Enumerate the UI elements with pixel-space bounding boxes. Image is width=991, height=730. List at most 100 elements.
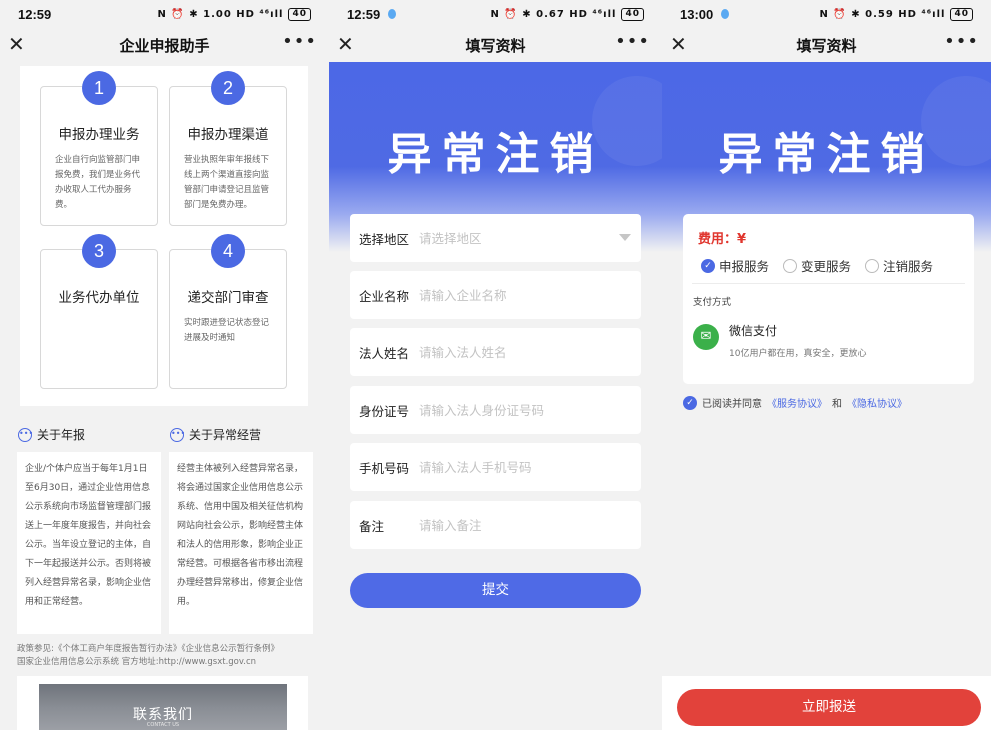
submit-button[interactable]: 提交	[350, 573, 641, 608]
payment-method-label: 支付方式	[693, 297, 732, 308]
policy-line-2: 国家企业信用信息公示系统 官方地址:http://www.gsxt.gov.cn	[17, 657, 257, 667]
radio-change-service[interactable]: 变更服务	[783, 256, 851, 275]
radio-cancel-service[interactable]: 注销服务	[865, 256, 933, 275]
radio-unchecked-icon[interactable]	[865, 258, 880, 273]
more-icon[interactable]: •••	[615, 32, 650, 52]
info-icon: •••	[18, 427, 33, 442]
id-number-input[interactable]	[419, 402, 619, 418]
payment-method-name[interactable]: 微信支付	[729, 322, 777, 339]
status-icons-text: N ⏰ ✱ 0.67 HD ⁴⁶ıll	[490, 8, 617, 20]
field-label: 手机号码	[359, 460, 410, 476]
dropdown-arrow-icon[interactable]	[619, 234, 631, 241]
wechat-pay-icon[interactable]: ✉	[693, 324, 719, 350]
step-desc: 营业执照年审年报线下线上两个渠道直接向监管部门申请登记且监管部门是免费办理。	[184, 155, 270, 210]
step-desc	[41, 306, 157, 316]
service-radio-group: ✓ 申报服务 变更服务 注销服务	[701, 256, 933, 275]
about-annual-report-text: 企业/个体户应当于每年1月1日至6月30日，通过企业信用信息公示系统向市场监督管…	[17, 452, 161, 634]
status-bar: 13:00 N ⏰ ✱ 0.59 HD ⁴⁶ıll 40	[662, 0, 991, 28]
status-bar: 12:59 N ⏰ ✱ 1.00 HD ⁴⁶ıll 40	[0, 0, 329, 28]
panel-payment: 13:00 N ⏰ ✱ 0.59 HD ⁴⁶ıll 40 ✕ 填写资料 ••• …	[662, 0, 991, 730]
divider	[692, 283, 965, 284]
field-label: 身份证号	[359, 403, 410, 419]
company-name-input[interactable]	[419, 287, 619, 303]
more-icon[interactable]: •••	[944, 32, 979, 52]
step-title: 申报办理渠道	[187, 127, 269, 143]
about-title: 关于异常经营	[189, 428, 262, 442]
step-number: 4	[211, 234, 245, 268]
field-label: 备注	[359, 518, 385, 534]
step-card-2: 2 申报办理渠道 营业执照年审年报线下线上两个渠道直接向监管部门申请登记且监管部…	[169, 71, 287, 226]
agree-text: 已阅读并同意	[702, 399, 762, 410]
status-time: 12:59	[347, 6, 381, 22]
info-icon: •••	[170, 427, 185, 442]
payment-method-desc: 10亿用户都在用，真安全，更放心	[729, 349, 867, 359]
step-card-4: 4 递交部门审查 实时跟进登记状态登记进展及时通知	[169, 234, 287, 389]
region-select[interactable]: 选择地区	[350, 214, 641, 262]
status-bar: 12:59 N ⏰ ✱ 0.67 HD ⁴⁶ıll 40	[329, 0, 662, 28]
step-desc: 企业自行向监管部门申报免费，我们是业务代办收取人工代办服务费。	[55, 155, 141, 210]
close-icon[interactable]: ✕	[8, 32, 25, 56]
region-input[interactable]	[419, 230, 619, 246]
report-now-button[interactable]: 立即报送	[677, 689, 981, 726]
about-abnormal-text: 经营主体被列入经营异常名录，将会通过国家企业信用信息公示系统、信用中国及相关征信…	[169, 452, 313, 634]
legal-person-input[interactable]	[419, 344, 619, 360]
contact-card[interactable]: 联系我们 CONTACT US	[17, 676, 308, 730]
privacy-agreement-link[interactable]: 《隐私协议》	[847, 395, 907, 410]
nav-bar: ✕ 填写资料 •••	[329, 28, 662, 62]
phone-input[interactable]	[419, 459, 619, 475]
about-abnormal-heading: ••• 关于异常经营	[170, 426, 261, 443]
radio-label: 申报服务	[719, 259, 770, 274]
notification-dot-icon	[388, 9, 397, 19]
radio-label: 注销服务	[883, 259, 934, 274]
close-icon[interactable]: ✕	[670, 32, 687, 56]
contact-title: 联系我们	[133, 707, 193, 723]
status-time: 13:00	[680, 6, 714, 22]
remark-input[interactable]	[419, 517, 619, 533]
nav-bar: ✕ 企业申报助手 •••	[0, 28, 329, 62]
page-title: 填写资料	[796, 36, 857, 55]
remark-field: 备注	[350, 501, 641, 549]
step-title: 申报办理业务	[58, 127, 140, 143]
status-icons: N ⏰ ✱ 1.00 HD ⁴⁶ıll 40	[157, 7, 311, 21]
close-icon[interactable]: ✕	[337, 32, 354, 56]
battery-icon: 40	[288, 7, 311, 21]
about-annual-report-heading: ••• 关于年报	[18, 426, 85, 443]
step-title: 业务代办单位	[58, 290, 140, 306]
step-title: 递交部门审查	[187, 290, 269, 306]
policy-line-1: 政策参见:《个体工商户年度报告暂行办法》《企业信息公示暂行条例》	[17, 644, 280, 654]
page-title: 企业申报助手	[119, 36, 210, 55]
panel-enterprise-assistant: 12:59 N ⏰ ✱ 1.00 HD ⁴⁶ıll 40 ✕ 企业申报助手 ••…	[0, 0, 329, 730]
battery-icon: 40	[950, 7, 973, 21]
status-icons: N ⏰ ✱ 0.67 HD ⁴⁶ıll 40	[490, 7, 644, 21]
step-desc: 实时跟进登记状态登记进展及时通知	[184, 318, 270, 343]
status-time: 12:59	[18, 6, 52, 22]
about-title: 关于年报	[37, 428, 86, 442]
step-number: 2	[211, 71, 245, 105]
agree-and: 和	[832, 399, 842, 410]
step-card-1: 1 申报办理业务 企业自行向监管部门申报免费，我们是业务代办收取人工代办服务费。	[40, 71, 158, 226]
contact-banner-image[interactable]: 联系我们 CONTACT US	[39, 684, 287, 730]
hero-title: 异常注销	[387, 129, 604, 180]
field-label: 法人姓名	[359, 345, 410, 361]
step-number: 1	[82, 71, 116, 105]
agreement-row: ✓ 已阅读并同意 《服务协议》 和 《隐私协议》	[683, 395, 907, 410]
field-label: 选择地区	[359, 231, 410, 247]
hero-title: 异常注销	[718, 129, 935, 180]
service-agreement-link[interactable]: 《服务协议》	[767, 395, 827, 410]
status-icons: N ⏰ ✱ 0.59 HD ⁴⁶ıll 40	[819, 7, 973, 21]
radio-checked-icon[interactable]: ✓	[701, 258, 715, 273]
contact-subtitle: CONTACT US	[146, 722, 180, 728]
phone-field: 手机号码	[350, 443, 641, 491]
radio-label: 变更服务	[801, 259, 852, 274]
step-number: 3	[82, 234, 116, 268]
panel-fill-form: 12:59 N ⏰ ✱ 0.67 HD ⁴⁶ıll 40 ✕ 填写资料 ••• …	[329, 0, 662, 730]
nav-bar: ✕ 填写资料 •••	[662, 28, 991, 62]
more-icon[interactable]: •••	[282, 32, 317, 52]
agree-checkbox-icon[interactable]: ✓	[683, 395, 697, 410]
steps-card: 1 申报办理业务 企业自行向监管部门申报免费，我们是业务代办收取人工代办服务费。…	[20, 66, 308, 406]
id-number-field: 身份证号	[350, 386, 641, 434]
radio-unchecked-icon[interactable]	[783, 258, 798, 273]
status-icons-text: N ⏰ ✱ 1.00 HD ⁴⁶ıll	[157, 8, 284, 20]
radio-declare-service[interactable]: ✓ 申报服务	[701, 256, 769, 275]
fee-label: 费用：¥	[698, 232, 747, 247]
